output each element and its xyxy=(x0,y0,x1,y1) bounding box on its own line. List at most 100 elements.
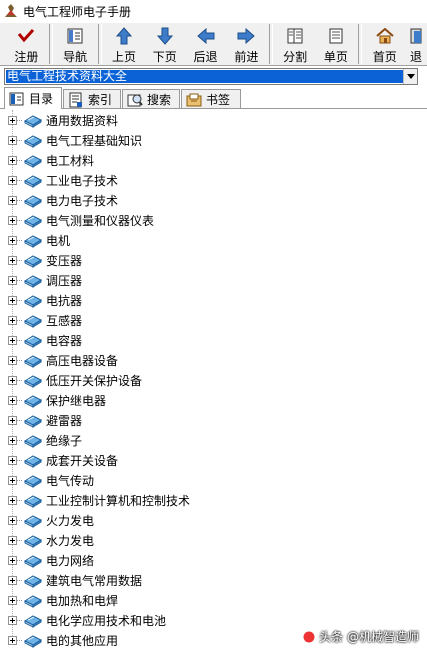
tree-connector xyxy=(17,279,22,281)
expand-plus-icon[interactable] xyxy=(8,535,17,545)
tree-item[interactable]: 成套开关设备 xyxy=(0,450,427,470)
tree-connector xyxy=(17,419,22,421)
back-button[interactable]: 后退 xyxy=(185,23,226,65)
expand-plus-icon[interactable] xyxy=(8,315,17,325)
expand-plus-icon[interactable] xyxy=(8,215,17,225)
tree-item[interactable]: 电容器 xyxy=(0,330,427,350)
tree-item[interactable]: 电抗器 xyxy=(0,290,427,310)
tree-item[interactable]: 电力电子技术 xyxy=(0,190,427,210)
page-down-button[interactable]: 下页 xyxy=(144,23,185,65)
watermark: 头条 @机械智造师 xyxy=(302,628,419,645)
tree-connector xyxy=(17,319,22,321)
expand-plus-icon[interactable] xyxy=(8,255,17,265)
tree-item[interactable]: 通用数据资料 xyxy=(0,110,427,130)
tab-bookmarks[interactable]: 书签 xyxy=(181,89,241,109)
expand-plus-icon[interactable] xyxy=(8,395,17,405)
expand-plus-icon[interactable] xyxy=(8,615,17,625)
contents-tree: 通用数据资料 电气工程基础知识 电工材料 工业电子技术 电力电子技术 电气测量和仪器仪表电… xyxy=(0,110,427,653)
tree-item[interactable]: 保护继电器 xyxy=(0,390,427,410)
tab-contents[interactable]: 目录 xyxy=(4,87,62,109)
expand-plus-icon[interactable] xyxy=(8,375,17,385)
closed-book-icon xyxy=(23,115,43,128)
arrow-up-icon xyxy=(114,26,134,46)
split-view-button[interactable]: 分割 xyxy=(275,23,316,65)
tree-connector xyxy=(17,159,22,161)
expand-plus-icon[interactable] xyxy=(8,495,17,505)
expand-plus-icon[interactable] xyxy=(8,515,17,525)
expand-plus-icon[interactable] xyxy=(8,335,17,345)
tree-item[interactable]: 建筑电气常用数据 xyxy=(0,570,427,590)
register-button[interactable]: 注册 xyxy=(6,23,47,65)
tree-connector xyxy=(17,139,22,141)
toolbar-separator xyxy=(358,24,363,64)
expand-plus-icon[interactable] xyxy=(8,275,17,285)
home-button[interactable]: 首页 xyxy=(364,23,405,65)
tree-connector xyxy=(17,439,22,441)
tree-item-label: 电化学应用技术和电池 xyxy=(46,613,167,628)
page-up-button[interactable]: 上页 xyxy=(104,23,145,65)
tree-connector xyxy=(17,339,22,341)
tree-item[interactable]: 火力发电 xyxy=(0,510,427,530)
tree-item[interactable]: 绝缘子 xyxy=(0,430,427,450)
home-icon xyxy=(375,26,395,46)
expand-plus-icon[interactable] xyxy=(8,475,17,485)
tree-item[interactable]: 低压开关保护设备 xyxy=(0,370,427,390)
expand-plus-icon[interactable] xyxy=(8,195,17,205)
split-view-icon xyxy=(285,26,305,46)
book-select-dropdown[interactable]: 电气工程技术资料大全 xyxy=(4,68,418,85)
tree-item-label: 电气传动 xyxy=(46,473,95,488)
expand-plus-icon[interactable] xyxy=(8,355,17,365)
app-icon xyxy=(5,4,17,17)
exit-button[interactable]: 退 xyxy=(405,23,427,65)
tree-item-label: 保护继电器 xyxy=(46,393,107,408)
expand-plus-icon[interactable] xyxy=(8,635,17,645)
tree-item[interactable]: 电工材料 xyxy=(0,150,427,170)
expand-plus-icon[interactable] xyxy=(8,575,17,585)
tree-connector xyxy=(17,639,22,641)
expand-plus-icon[interactable] xyxy=(8,555,17,565)
tree-item[interactable]: 电机 xyxy=(0,230,427,250)
tree-item[interactable]: 调压器 xyxy=(0,270,427,290)
tree-item-label: 火力发电 xyxy=(46,513,95,528)
tree-item[interactable]: 水力发电 xyxy=(0,530,427,550)
dropdown-arrow-button[interactable] xyxy=(403,69,417,84)
expand-plus-icon[interactable] xyxy=(8,235,17,245)
expand-plus-icon[interactable] xyxy=(8,155,17,165)
tree-item[interactable]: 避雷器 xyxy=(0,410,427,430)
tree-list: 通用数据资料 电气工程基础知识 电工材料 工业电子技术 电力电子技术 电气测量和仪器仪表电… xyxy=(0,110,427,650)
expand-plus-icon[interactable] xyxy=(8,135,17,145)
tree-item[interactable]: 电加热和电焊 xyxy=(0,590,427,610)
tree-item[interactable]: 电力网络 xyxy=(0,550,427,570)
expand-plus-icon[interactable] xyxy=(8,175,17,185)
tree-item[interactable]: 变压器 xyxy=(0,250,427,270)
tree-item[interactable]: 工业电子技术 xyxy=(0,170,427,190)
closed-book-icon xyxy=(23,455,43,468)
single-page-button[interactable]: 单页 xyxy=(316,23,357,65)
tree-item[interactable]: 工业控制计算机和控制技术 xyxy=(0,490,427,510)
tree-item-label: 水力发电 xyxy=(46,533,95,548)
tab-index[interactable]: 索引 xyxy=(63,89,121,109)
expand-plus-icon[interactable] xyxy=(8,415,17,425)
tree-item[interactable]: 电气工程基础知识 xyxy=(0,130,427,150)
tree-item[interactable]: 电气传动 xyxy=(0,470,427,490)
tree-connector xyxy=(17,219,22,221)
tree-item-label: 避雷器 xyxy=(46,413,83,428)
navigation-button[interactable]: 导航 xyxy=(55,23,96,65)
expand-plus-icon[interactable] xyxy=(8,115,17,125)
tree-item-label: 电的其他应用 xyxy=(46,633,119,648)
tree-item-label: 调压器 xyxy=(46,273,83,288)
expand-plus-icon[interactable] xyxy=(8,595,17,605)
tree-item[interactable]: 互感器 xyxy=(0,310,427,330)
tree-item-label: 电力电子技术 xyxy=(46,193,119,208)
tab-search[interactable]: 搜索 xyxy=(122,89,180,109)
tree-item[interactable]: 高压电器设备 xyxy=(0,350,427,370)
tab-search-label: 搜索 xyxy=(147,93,172,107)
closed-book-icon xyxy=(23,155,43,168)
forward-button[interactable]: 前进 xyxy=(226,23,267,65)
expand-plus-icon[interactable] xyxy=(8,455,17,465)
expand-plus-icon[interactable] xyxy=(8,295,17,305)
tree-item[interactable]: 电气测量和仪器仪表 xyxy=(0,210,427,230)
expand-plus-icon[interactable] xyxy=(8,435,17,445)
chevron-down-icon xyxy=(406,74,415,79)
tree-item[interactable]: 电化学应用技术和电池 xyxy=(0,610,427,630)
